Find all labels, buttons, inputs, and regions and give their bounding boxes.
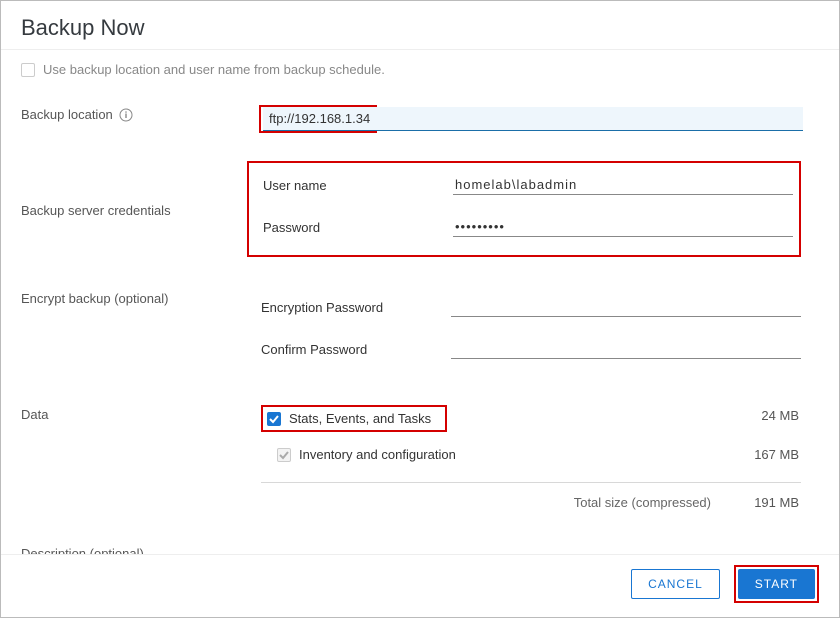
credentials-label: Backup server credentials [21,161,261,257]
username-label: User name [263,178,453,193]
description-label: Description (optional) [21,544,261,554]
dialog-title: Backup Now [1,1,839,50]
data-item-inventory: Inventory and configuration 167 MB [261,439,801,470]
use-schedule-label: Use backup location and user name from b… [43,62,385,77]
encrypt-row: Encrypt backup (optional) Encryption Pas… [21,267,801,383]
stats-checkbox[interactable] [267,412,281,426]
encrypt-label: Encrypt backup (optional) [21,289,261,306]
cancel-button[interactable]: CANCEL [631,569,720,599]
enc-pass-input[interactable] [451,297,801,317]
description-row: Description (optional) [21,526,801,554]
confirm-pass-input[interactable] [451,339,801,359]
backup-location-row: Backup location [21,95,801,143]
backup-location-label: Backup location [21,107,113,122]
password-subrow: Password [263,209,793,251]
total-label: Total size (compressed) [261,495,729,510]
info-icon[interactable] [119,108,133,122]
stats-size: 24 MB [761,408,799,423]
data-block: Stats, Events, and Tasks 24 MB Inventory… [261,405,801,516]
backup-location-label-col: Backup location [21,105,261,122]
data-row: Data Stats, Events, and Tasks 24 MB Inve… [21,383,801,526]
confirm-pass-subrow: Confirm Password [261,331,801,373]
dialog-body-scroll[interactable]: Use backup location and user name from b… [1,50,821,554]
description-input[interactable] [261,544,801,554]
username-input[interactable] [453,175,793,195]
enc-pass-label: Encryption Password [261,300,451,315]
credentials-block: User name Password [247,161,801,257]
backup-now-dialog: Backup Now Use backup location and user … [0,0,840,618]
enc-pass-subrow: Encryption Password [261,289,801,331]
credentials-row: Backup server credentials User name Pass… [21,143,801,267]
start-button[interactable]: START [738,569,815,599]
stats-label: Stats, Events, and Tasks [289,411,431,426]
inventory-size: 167 MB [729,447,799,462]
inventory-label: Inventory and configuration [299,447,721,462]
data-divider [261,482,801,483]
use-schedule-row: Use backup location and user name from b… [21,50,801,95]
username-subrow: User name [263,167,793,209]
data-label: Data [21,405,261,422]
password-input[interactable] [453,217,793,237]
inventory-checkbox [277,448,291,462]
total-value: 191 MB [729,495,799,510]
dialog-footer: CANCEL START [1,554,839,617]
confirm-pass-label: Confirm Password [261,342,451,357]
encrypt-block: Encryption Password Confirm Password [261,289,801,373]
description-content [261,544,801,554]
total-row: Total size (compressed) 191 MB [261,489,801,516]
backup-location-content [261,105,801,133]
password-label: Password [263,220,453,235]
backup-location-input[interactable] [263,107,803,131]
data-item-stats: Stats, Events, and Tasks [261,405,447,432]
use-schedule-checkbox [21,63,35,77]
